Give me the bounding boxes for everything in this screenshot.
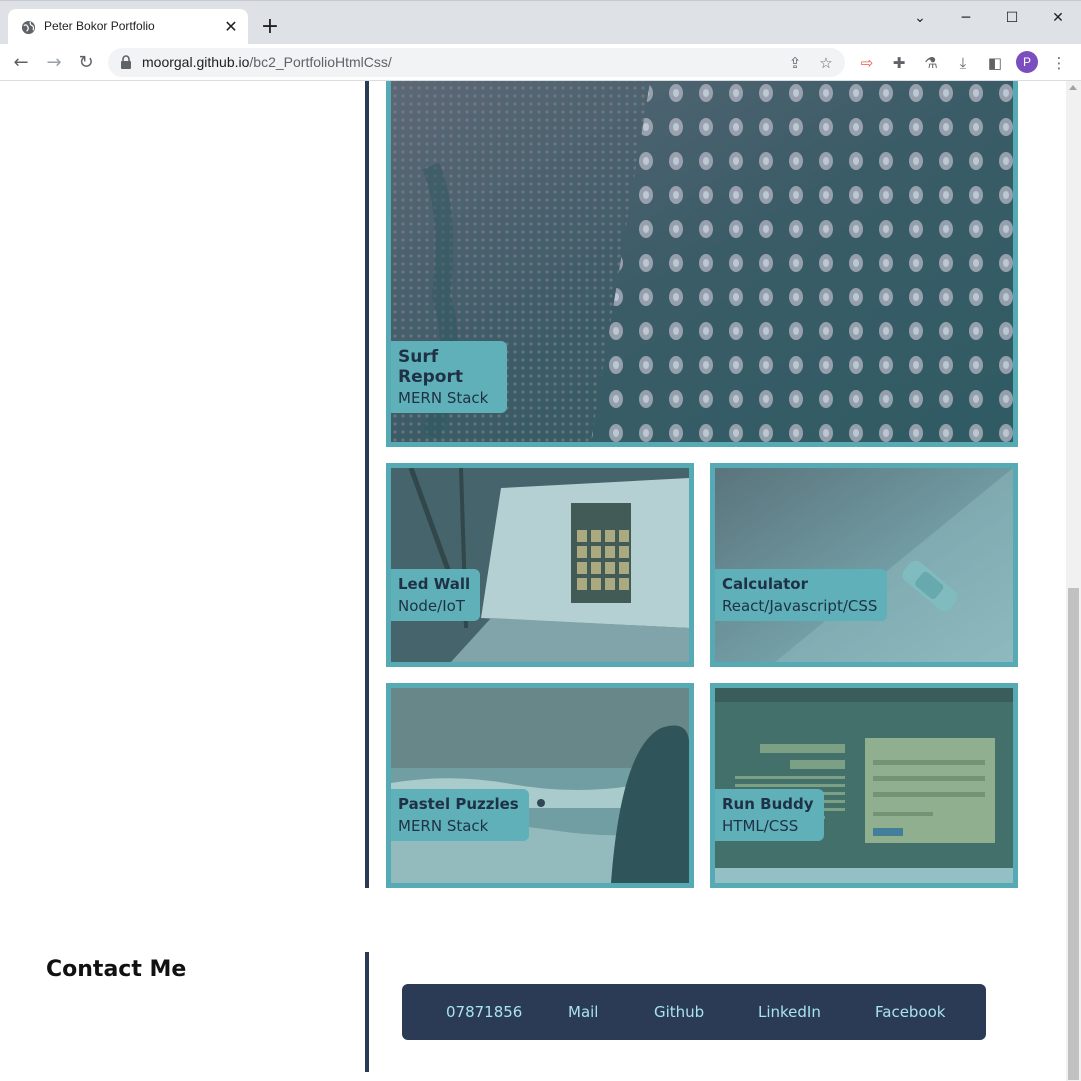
card-overlay (391, 468, 689, 662)
tab-title: Peter Bokor Portfolio (44, 19, 155, 33)
close-tab-icon[interactable]: ✕ (222, 18, 240, 36)
project-card-led-wall[interactable]: Led Wall Node/IoT (386, 463, 694, 667)
maximize-icon[interactable]: ☐ (997, 7, 1027, 29)
url-host: moorgal.github.io (142, 54, 250, 70)
contact-link-mail[interactable]: Mail (568, 1003, 598, 1021)
project-title: Pastel Puzzles (398, 795, 519, 813)
page-content: Surf Report MERN Stack Led Wall Node/IoT (0, 81, 1066, 1081)
project-title: Surf Report (398, 347, 463, 387)
project-label: Led Wall Node/IoT (391, 569, 481, 621)
project-label: Pastel Puzzles MERN Stack (391, 789, 529, 841)
bookmark-star-icon[interactable]: ☆ (815, 52, 837, 74)
forward-icon[interactable]: → (41, 50, 67, 76)
scroll-up-arrow-icon[interactable] (1069, 85, 1077, 90)
extension-red-icon[interactable]: ⇨ (856, 52, 878, 74)
url-text: moorgal.github.io/bc2_PortfolioHtmlCss/ (142, 54, 392, 70)
browser-toolbar: ← → ↻ moorgal.github.io/bc2_PortfolioHtm… (0, 44, 1081, 81)
new-tab-icon[interactable]: + (258, 15, 282, 39)
contact-heading: Contact Me (46, 957, 187, 982)
url-path: /bc2_PortfolioHtmlCss/ (249, 54, 392, 70)
page-scrollbar[interactable] (1066, 81, 1081, 1081)
tab-search-icon[interactable]: ⌄ (905, 7, 935, 29)
project-stack: Node/IoT (398, 597, 465, 615)
contact-link-linkedin[interactable]: LinkedIn (758, 1003, 821, 1021)
scroll-thumb[interactable] (1068, 588, 1079, 1080)
work-section-rule (365, 81, 369, 888)
project-label: Run Buddy HTML/CSS (715, 789, 824, 841)
project-card-calculator[interactable]: Calculator React/Javascript/CSS (710, 463, 1018, 667)
project-stack: React/Javascript/CSS (722, 597, 878, 615)
project-label: Calculator React/Javascript/CSS (715, 569, 888, 621)
project-title: Calculator (722, 575, 808, 593)
window-close-icon[interactable]: ✕ (1043, 7, 1073, 29)
profile-avatar[interactable]: P (1016, 51, 1038, 73)
project-card-pastel-puzzles[interactable]: Pastel Puzzles MERN Stack (386, 683, 694, 888)
browser-tab[interactable]: Peter Bokor Portfolio ✕ (8, 9, 248, 46)
minimize-icon[interactable]: ─ (951, 7, 981, 29)
card-overlay (715, 468, 1013, 662)
project-card-run-buddy[interactable]: Run Buddy HTML/CSS (710, 683, 1018, 888)
contact-link-github[interactable]: Github (654, 1003, 704, 1021)
contact-links-bar: 07871856 Mail Github LinkedIn Facebook (402, 984, 986, 1040)
side-panel-icon[interactable]: ◧ (984, 52, 1006, 74)
address-bar[interactable]: moorgal.github.io/bc2_PortfolioHtmlCss/ … (108, 48, 845, 77)
card-overlay (391, 688, 689, 883)
download-icon[interactable]: ⤓ (952, 52, 974, 74)
labs-flask-icon[interactable]: ⚗ (920, 52, 942, 74)
project-stack: HTML/CSS (722, 817, 799, 835)
lock-icon (121, 55, 131, 69)
project-stack: MERN Stack (398, 389, 489, 407)
reload-icon[interactable]: ↻ (73, 50, 99, 76)
project-stack: MERN Stack (398, 817, 489, 835)
project-title: Led Wall (398, 575, 471, 593)
contact-link-facebook[interactable]: Facebook (875, 1003, 945, 1021)
project-card-surf-report[interactable]: Surf Report MERN Stack (386, 81, 1018, 447)
share-icon[interactable]: ⇪ (784, 52, 806, 74)
tab-strip: Peter Bokor Portfolio ✕ + ⌄ ─ ☐ ✕ (0, 0, 1081, 46)
card-overlay (715, 688, 1013, 883)
globe-icon (21, 20, 36, 35)
back-icon[interactable]: ← (8, 50, 34, 76)
menu-dots-icon[interactable]: ⋮ (1048, 52, 1070, 74)
contact-link-phone[interactable]: 07871856 (446, 1003, 522, 1021)
project-label: Surf Report MERN Stack (391, 341, 507, 413)
extensions-puzzle-icon[interactable]: ✚ (888, 52, 910, 74)
project-title: Run Buddy (722, 795, 814, 813)
contact-section-rule (365, 952, 369, 1072)
